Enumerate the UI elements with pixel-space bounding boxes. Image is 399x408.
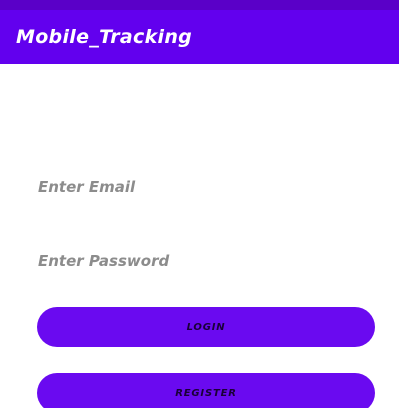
app-title: Mobile_Tracking <box>16 26 193 48</box>
app-bar: Mobile_Tracking <box>0 10 399 64</box>
login-button[interactable]: LOGIN <box>37 307 375 347</box>
register-button[interactable]: REGISTER <box>37 373 375 408</box>
password-field[interactable] <box>38 246 368 276</box>
login-screen: Mobile_Tracking LOGIN REGISTER <box>0 0 399 408</box>
email-field[interactable] <box>38 172 368 202</box>
status-bar <box>0 0 399 10</box>
